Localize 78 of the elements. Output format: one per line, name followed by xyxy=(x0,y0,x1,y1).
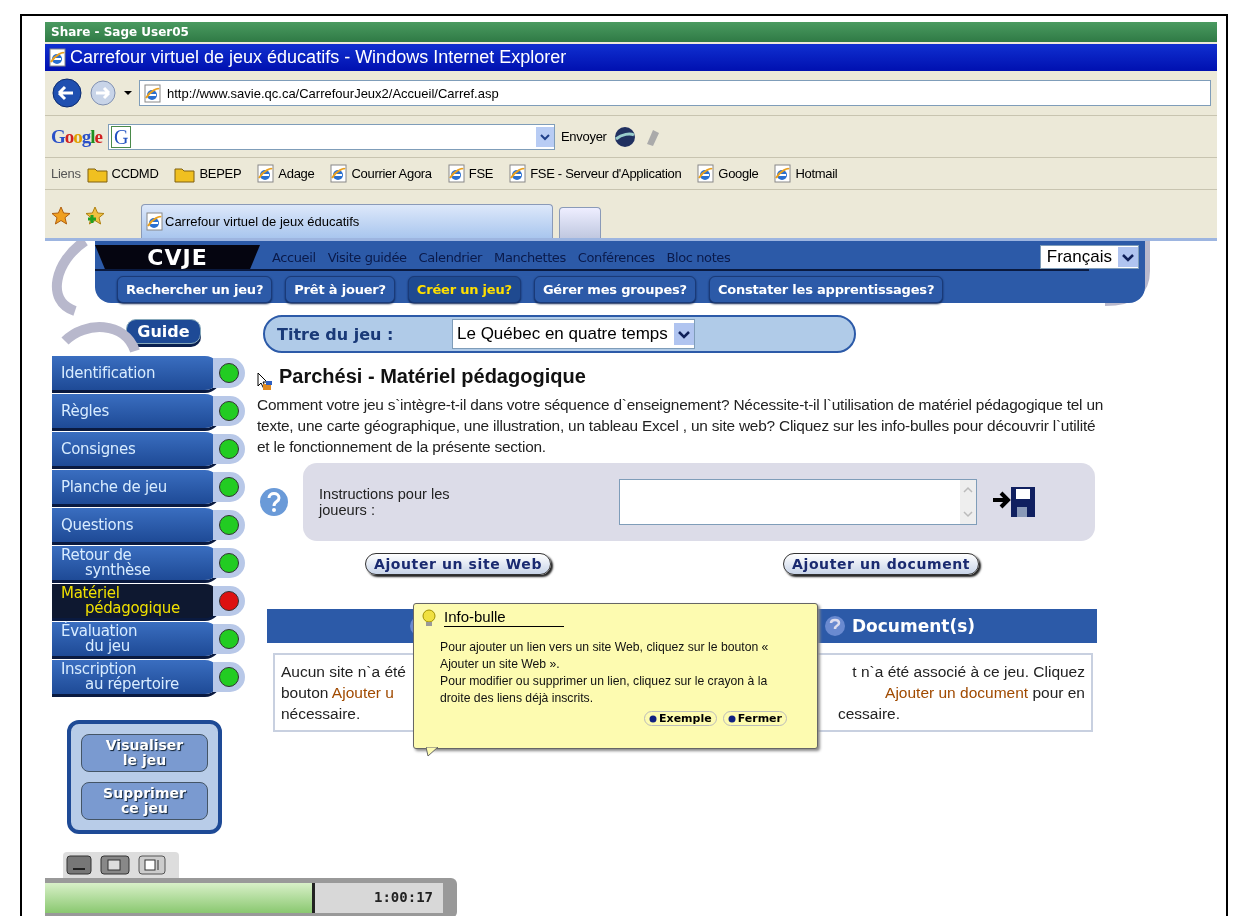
dropdown-icon[interactable] xyxy=(673,323,694,345)
window-title: Carrefour virtuel de jeux éducatifs - Windows Internet Explorer xyxy=(70,47,567,68)
main-tab[interactable]: Rechercher un jeu? xyxy=(117,276,273,303)
bullet-icon xyxy=(727,714,736,723)
link-item[interactable]: Adage xyxy=(257,164,315,183)
globe-icon[interactable] xyxy=(612,125,637,148)
help-icon[interactable] xyxy=(259,487,289,517)
site-logo[interactable]: CVJE xyxy=(95,245,260,269)
tooltip-title: Info-bulle xyxy=(444,608,564,627)
game-title-label: Titre du jeu : xyxy=(277,324,395,344)
game-title-select[interactable]: Le Québec en quatre temps xyxy=(452,319,695,349)
back-icon[interactable] xyxy=(51,77,83,109)
guide-button[interactable]: Guide xyxy=(126,319,201,344)
dropdown-icon[interactable] xyxy=(1118,247,1138,267)
instructions-label: Instructions pour les joueurs : xyxy=(319,486,451,518)
minimize-icon[interactable] xyxy=(66,855,92,875)
links-label: Liens xyxy=(51,166,81,181)
favorites-star-icon[interactable] xyxy=(51,206,71,226)
lightbulb-icon xyxy=(422,608,436,627)
send-button[interactable]: Envoyer xyxy=(561,129,607,144)
page-icon[interactable] xyxy=(257,164,275,183)
forward-icon[interactable] xyxy=(89,79,117,107)
dropdown-icon[interactable] xyxy=(536,126,554,147)
panel-text: t n`a été associé à ce jeu. Cliquez xyxy=(852,662,1085,682)
panel-title: Document(s) xyxy=(852,616,976,636)
inline-link[interactable]: Ajouter u xyxy=(331,684,394,701)
address-field[interactable]: http://www.savie.qc.ca/CarrefourJeux2/Accueil/Carref.asp xyxy=(139,80,1211,106)
search-field[interactable]: G xyxy=(108,123,555,150)
link-item[interactable]: FSE - Serveur d'Application xyxy=(509,164,682,183)
add-button[interactable]: Ajouter un site Web xyxy=(365,553,552,575)
tooltip-text: Pour ajouter un lien vers un site Web, cliquez sur le bouton « Ajouter un site Web ». xyxy=(440,639,770,673)
scrollbar-icon[interactable] xyxy=(960,480,976,524)
panel-text: cessaire. xyxy=(838,704,901,724)
page-icon[interactable] xyxy=(509,164,527,183)
elapsed-time: 1:00:17 xyxy=(374,889,433,905)
link-item[interactable]: CCDMD xyxy=(86,164,159,183)
page-icon[interactable] xyxy=(447,164,465,183)
window-icon[interactable] xyxy=(100,855,130,875)
page-heading: Parchési - Matériel pédagogique xyxy=(279,365,587,388)
link-item[interactable]: Courrier Agora xyxy=(330,164,432,183)
bullet-icon xyxy=(649,714,658,723)
page-icon[interactable] xyxy=(146,212,163,231)
tooltip-button[interactable]: Fermer xyxy=(722,711,787,726)
main-tab[interactable]: Créer un jeu? xyxy=(407,276,521,303)
address-text: http://www.savie.qc.ca/CarrefourJeux2/Accueil/Carref.asp xyxy=(167,85,499,101)
panel-text: Aucun site n`a été xyxy=(281,662,406,682)
save-icon[interactable] xyxy=(991,485,1037,519)
panel-text: Ajouter un document pour en xyxy=(885,683,1085,703)
add-button[interactable]: Ajouter un document xyxy=(783,553,980,575)
instructions-field[interactable] xyxy=(619,479,977,525)
tooltip-text: Pour modifier ou supprimer un lien, cliquez sur le crayon à la droite des liens déjà inscrits. xyxy=(440,673,769,707)
main-tab[interactable]: Gérer mes groupes? xyxy=(533,276,696,303)
inline-link[interactable]: Ajouter un document xyxy=(885,684,1029,701)
google-logo[interactable]: Google xyxy=(51,125,102,148)
page-icon[interactable] xyxy=(330,164,348,183)
session-title-bar: Share - Sage User05 xyxy=(45,22,1217,42)
tooltip-button[interactable]: Exemple xyxy=(644,711,717,726)
page-icon[interactable] xyxy=(144,83,161,103)
browser-tab[interactable]: Carrefour virtuel de jeux éducatifs xyxy=(141,204,553,238)
link-item[interactable]: BEPEP xyxy=(174,164,242,183)
add-favorite-icon[interactable] xyxy=(85,206,105,226)
page-icon[interactable] xyxy=(697,164,715,183)
panel-text: bouton Ajouter u xyxy=(281,683,394,703)
google-menu-button[interactable]: G xyxy=(111,125,132,148)
main-tab[interactable]: Constater les apprentissages? xyxy=(708,276,944,303)
browser-logo-icon[interactable] xyxy=(49,48,66,67)
link-item[interactable]: Google xyxy=(697,164,759,183)
panel-text: nécessaire. xyxy=(281,704,361,724)
dropdown-caret-icon[interactable] xyxy=(123,88,133,98)
intro-paragraph: Comment votre jeu s`intègre-t-il dans votre séquence d`enseignement? Nécessite-t-il l`utilisation de matériel pédagogique tel un texte, une carte géographique, une illustration, un tableau Excel , un site web? Cliquez sur les info-bulles pour découvrir l`utilité et le fonctionnement de la présente section. xyxy=(257,395,1105,457)
link-item[interactable]: FSE xyxy=(447,164,494,183)
window-icon[interactable] xyxy=(138,855,166,875)
cursor-icon xyxy=(257,372,273,391)
link-item[interactable]: Hotmail xyxy=(774,164,838,183)
language-select[interactable]: Français xyxy=(1039,245,1139,269)
help-icon[interactable] xyxy=(824,615,846,637)
main-tab[interactable]: Prêt à jouer? xyxy=(285,276,395,303)
page-icon[interactable] xyxy=(774,164,792,183)
